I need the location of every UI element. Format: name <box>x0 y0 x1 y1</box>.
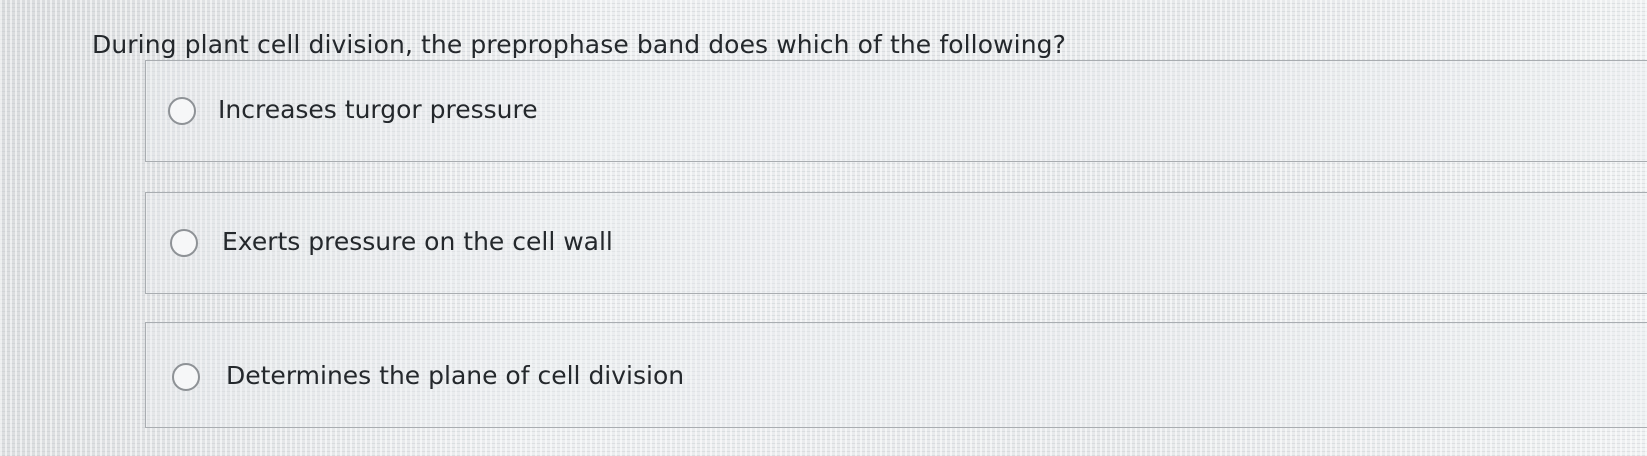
answer-option-1[interactable]: Increases turgor pressure <box>145 60 1647 162</box>
option-label-1: Increases turgor pressure <box>218 95 538 124</box>
option-label-3: Determines the plane of cell division <box>226 361 685 390</box>
radio-button-option-2[interactable] <box>170 229 198 257</box>
option-label-2: Exerts pressure on the cell wall <box>222 227 613 256</box>
answer-option-2[interactable]: Exerts pressure on the cell wall <box>145 192 1647 294</box>
radio-button-option-1[interactable] <box>168 97 196 125</box>
answer-option-3[interactable]: Determines the plane of cell division <box>145 322 1647 428</box>
question-text: During plant cell division, the preproph… <box>92 30 1066 59</box>
radio-button-option-3[interactable] <box>172 363 200 391</box>
